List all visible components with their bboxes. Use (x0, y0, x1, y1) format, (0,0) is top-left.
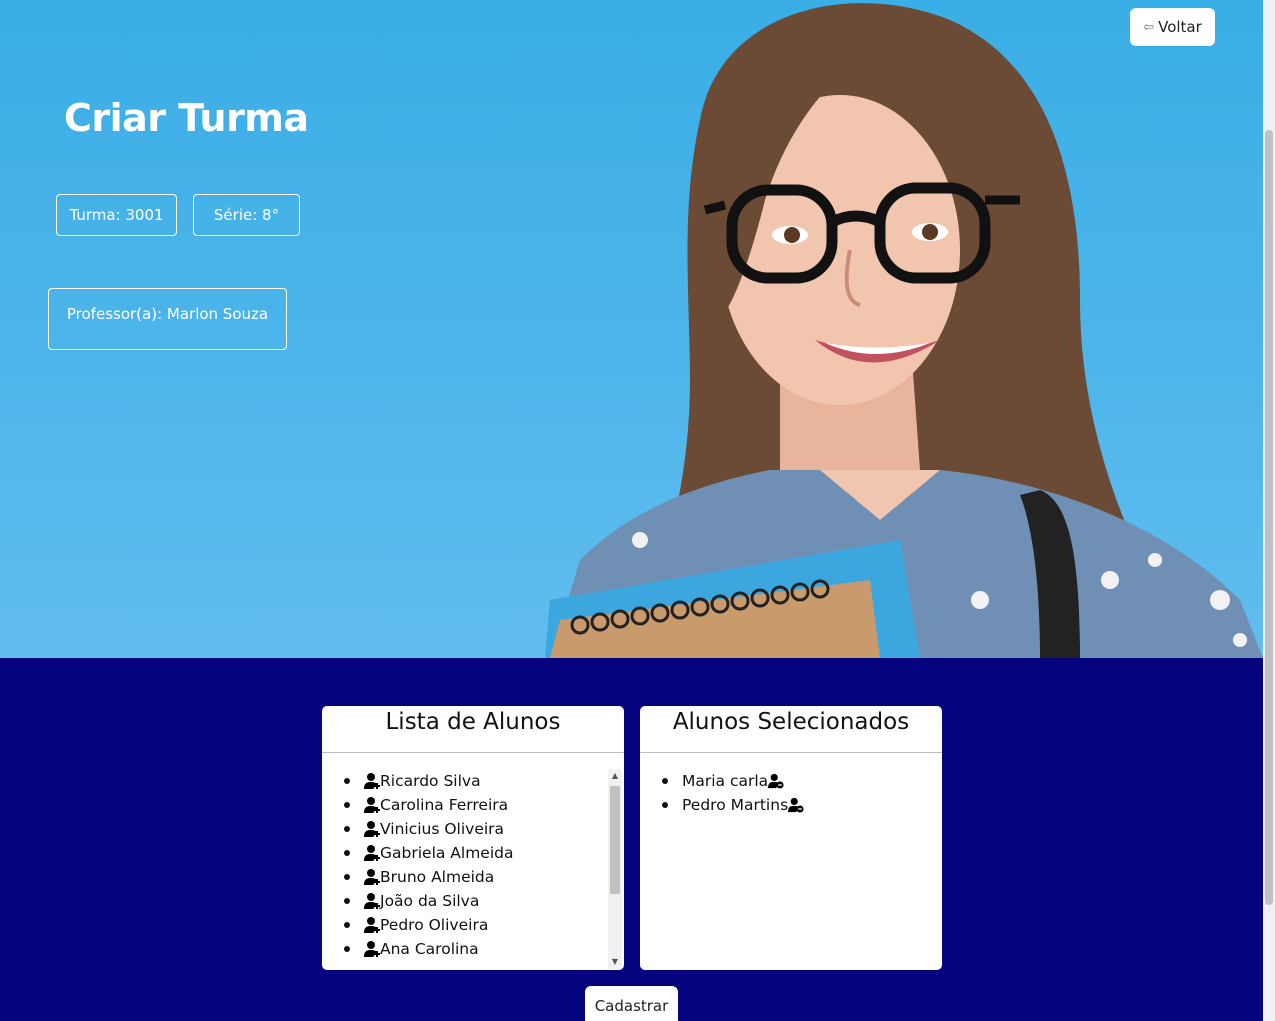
user-plus-icon[interactable] (364, 844, 380, 862)
page-title: Criar Turma (64, 96, 309, 140)
selected-students-title: Alunos Selecionados (640, 706, 942, 753)
students-list-scrollbar[interactable]: ▲ ▼ (608, 769, 622, 969)
student-name: Pedro Oliveira (380, 916, 489, 934)
students-list-panel: Lista de Alunos Ricardo Silva Carolina F… (322, 706, 624, 970)
students-list-scrollbar-thumb[interactable] (610, 786, 620, 894)
students-list: Ricardo Silva Carolina Ferreira Vinicius… (322, 769, 624, 961)
student-name: Gabriela Almeida (380, 844, 514, 862)
list-item[interactable]: João da Silva (344, 889, 624, 913)
user-plus-icon[interactable] (364, 868, 380, 886)
turma-label: Turma: 3001 (69, 206, 164, 224)
student-name: Vinicius Oliveira (380, 820, 505, 838)
turma-box: Turma: 3001 (56, 194, 177, 236)
user-minus-icon[interactable] (788, 796, 804, 814)
list-item[interactable]: Gabriela Almeida (344, 841, 624, 865)
user-plus-icon[interactable] (364, 820, 380, 838)
user-plus-icon[interactable] (364, 772, 380, 790)
student-name: Bruno Almeida (380, 868, 495, 886)
professor-box: Professor(a): Marlon Souza (48, 288, 287, 350)
student-name: Ricardo Silva (380, 772, 481, 790)
serie-label: Série: 8° (213, 206, 280, 224)
list-item[interactable]: Bruno Almeida (344, 865, 624, 889)
student-name: Ana Carolina (380, 940, 479, 958)
list-item[interactable]: Ricardo Silva (344, 769, 624, 793)
list-item[interactable]: Maria carla (662, 769, 942, 793)
student-photo (545, 3, 1263, 658)
list-item[interactable]: Pedro Oliveira (344, 913, 624, 937)
user-plus-icon[interactable] (364, 916, 380, 934)
students-list-body[interactable]: Ricardo Silva Carolina Ferreira Vinicius… (322, 769, 624, 970)
back-button-label: Voltar (1158, 18, 1202, 36)
list-item[interactable]: Carolina Ferreira (344, 793, 624, 817)
students-list-title: Lista de Alunos (322, 706, 624, 753)
left-arrow-icon: ⇦ (1143, 19, 1155, 35)
user-plus-icon[interactable] (364, 796, 380, 814)
user-minus-icon[interactable] (768, 772, 784, 790)
selected-students-list: Maria carla Pedro Martins (640, 769, 942, 817)
list-item[interactable]: Vinicius Oliveira (344, 817, 624, 841)
list-item[interactable]: Ana Carolina (344, 937, 624, 961)
user-plus-icon[interactable] (364, 892, 380, 910)
serie-box: Série: 8° (193, 194, 300, 236)
user-plus-icon[interactable] (364, 940, 380, 958)
selected-student-name: Pedro Martins (682, 796, 789, 814)
selected-student-name: Maria carla (682, 772, 769, 790)
page-scrollbar-thumb[interactable] (1265, 130, 1273, 905)
scroll-down-icon[interactable]: ▼ (608, 955, 622, 969)
professor-label: Professor(a): Marlon Souza (66, 305, 269, 323)
student-name: João da Silva (380, 892, 480, 910)
selected-students-panel: Alunos Selecionados Maria carla Pedro Ma… (640, 706, 942, 970)
list-item[interactable]: Pedro Martins (662, 793, 942, 817)
submit-button[interactable]: Cadastrar (585, 986, 678, 1021)
page-scrollbar[interactable] (1263, 0, 1275, 1021)
back-button[interactable]: ⇦ Voltar (1130, 8, 1215, 46)
selected-students-body: Maria carla Pedro Martins (640, 769, 942, 970)
scroll-up-icon[interactable]: ▲ (608, 769, 622, 783)
student-name: Carolina Ferreira (380, 796, 509, 814)
hero-banner: ⇦ Voltar Criar Turma Turma: 3001 Série: … (0, 0, 1263, 658)
